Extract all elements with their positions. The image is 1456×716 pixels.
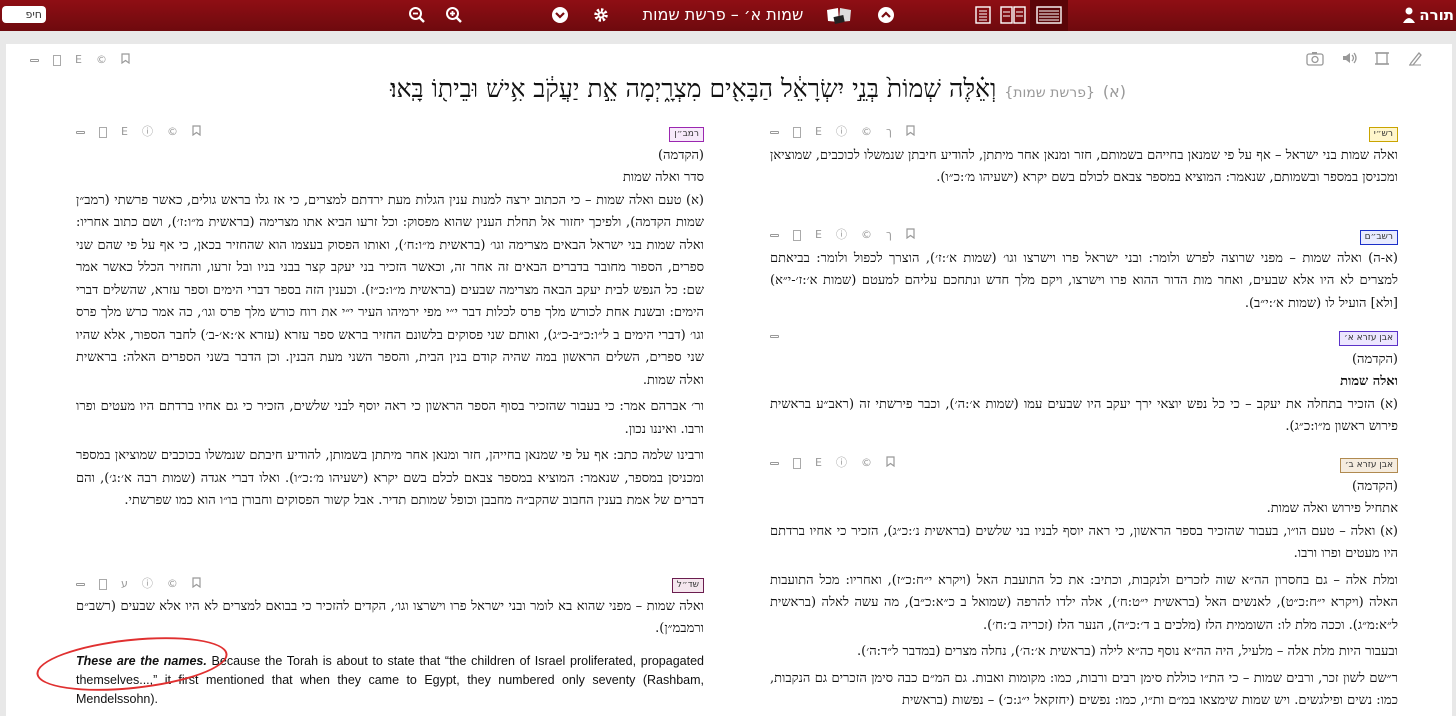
section-heading: ואלה שמות [1340,374,1398,389]
commentary-paragraph: ואלה שמות בני ישראל – אף על פי שמנאן בחי… [770,147,1398,186]
commentary-paragraph: ור׳ אברהם אמר: כי בעבור שהזכיר בסוף הספר… [76,399,704,437]
edit-icon[interactable] [1408,51,1422,70]
commentary-tag[interactable]: רשב״ם [1359,230,1398,245]
scroll-icon[interactable] [1374,51,1390,70]
rashbam-commentary: רשב״ם (א-ה) ואלה שמות – מפני שרוצה לפרש … [770,225,1398,319]
commentary-paragraph: (א-ה) ואלה שמות – מפני שרוצה לפרש ולומר:… [770,250,1398,311]
commentary-paragraph: (א) טעם ואלה שמות – כי הכתוב ירצה למנות … [76,192,705,388]
layout-1col-icon[interactable] [973,5,993,25]
english-translation: These are the names. Because the Torah i… [76,652,704,709]
intro-label: (הקדמה) [657,147,704,163]
parasha-label: {פרשת שמות} [1004,85,1095,101]
verse-media-toolbar [1306,50,1436,70]
user-icon[interactable] [1399,5,1419,25]
section-heading: סדר ואלה שמות [622,170,704,185]
open-book-icon[interactable] [826,5,852,25]
document-icon[interactable] [53,54,61,66]
text-page: E © (א) {פרשת שמות} וְאֵ֗לֶּה שְׁמוֹת֙ ב… [6,44,1452,716]
collapse-icon[interactable] [30,59,39,62]
commentary-paragraph: (א) ואלה – טעם הו״ו, בעבור שהזכיר בספר ה… [770,523,1398,562]
english-toggle-icon[interactable]: E [75,53,82,67]
verse-number: (א) [1102,82,1126,101]
zoom-in-icon[interactable] [444,5,464,25]
camera-icon[interactable] [1306,51,1324,70]
commentary-tag[interactable]: רש״י [1368,127,1398,142]
ibn-ezra-a-commentary: אבן עזרא א׳ (הקדמה) ואלה שמות (א) הזכיר … [770,326,1398,443]
rashi-commentary: רש״י ואלה שמות בני ישראל – אף על פי שמנא… [770,122,1398,194]
chevron-down-icon[interactable] [550,5,570,25]
commentary-paragraph: ואלה שמות – מפני שהוא בא לומר ובני ישראל… [76,598,704,637]
commentary-paragraph: ומלת אלה – גם בחסרון הה״א שוה לזכרים ולנ… [770,572,1398,633]
speaker-icon[interactable] [1342,51,1358,69]
verse-line: (א) {פרשת שמות} וְאֵ֗לֶּה שְׁמוֹת֙ בְּנֵ… [326,74,1126,104]
commentary-paragraph: (א) הזכיר בתחלה את יעקב – כי כל נפש יוצא… [770,396,1398,435]
layout-2col-icon[interactable] [1000,5,1026,25]
layout-list-icon[interactable] [1036,5,1062,25]
bookmark-icon[interactable] [121,52,130,68]
ibn-ezra-b-commentary: אבן עזרא ב׳ (הקדמה) אתחיל פירוש ואלה שמו… [770,453,1398,716]
english-lead: These are the names. [76,654,207,668]
section-heading: אתחיל פירוש ואלה שמות. [1266,501,1398,516]
verse-text: וְאֵ֗לֶּה שְׁמוֹת֙ בְּנֵ֣י יִשְׂרָאֵ֔ל ה… [390,74,997,103]
zoom-out-icon[interactable] [407,5,427,25]
search-input[interactable]: חיפ [2,6,46,23]
top-toolbar: חיפ שמות א׳ – פרשת שמות תורה [0,0,1456,31]
gear-icon[interactable] [591,5,611,25]
chevron-up-icon[interactable] [876,5,896,25]
page-title: שמות א׳ – פרשת שמות [642,5,804,24]
commentary-tag[interactable]: אבן עזרא ב׳ [1339,458,1398,473]
commentary-paragraph: ר״שם לשון זכר, ורבים שמות – כי הת״ו כולל… [770,670,1398,709]
shadal-commentary: שד״ל ואלה שמות – מפני שהוא בא לומר ובני … [76,573,704,645]
verse-toolbar: E © [30,52,144,68]
intro-label: (הקדמה) [1351,478,1398,494]
copyright-icon[interactable]: © [96,53,107,67]
ramban-commentary: רמב״ן (הקדמה) סדר ואלה שמות (א) טעם ואלה… [76,122,704,517]
commentary-tag[interactable]: שד״ל [671,578,704,593]
commentary-paragraph: ורבינו שלמה כתב: אף על פי שמנאן בחייהן, … [76,448,704,508]
commentary-paragraph: ובעבור היות מלת אלה – מלעיל, היה הה״א נו… [856,644,1398,659]
brand-label: תורה [1419,6,1454,24]
commentary-tag[interactable]: רמב״ן [669,127,704,142]
commentary-tag[interactable]: אבן עזרא א׳ [1339,331,1398,346]
intro-label: (הקדמה) [1351,351,1398,367]
